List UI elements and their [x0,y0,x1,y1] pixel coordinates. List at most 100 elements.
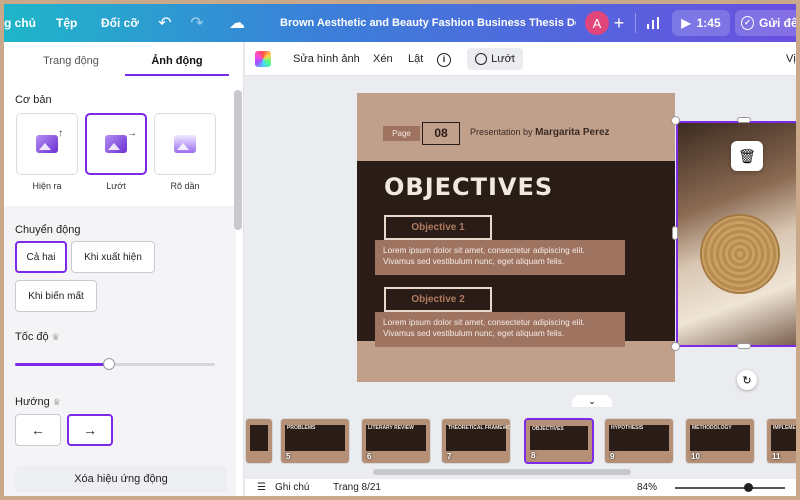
redo-icon[interactable]: ↷ [186,4,208,42]
zoom-slider-thumb[interactable] [744,483,753,492]
slide-thumbnail[interactable]: HYPOTHESIS 9 [604,418,674,464]
thumbnail-title: LITERARY REVIEW [368,425,414,431]
motion-enter-button[interactable]: Khi xuất hiện [71,241,155,273]
tab-page-animation[interactable]: Trang động [19,42,123,76]
image-icon [36,135,58,153]
play-time: 1:45 [696,16,721,30]
anim-label: Hiện ra [32,181,62,191]
anim-label: Lướt [106,181,126,191]
thumbnail-number: 11 [772,452,781,461]
slide-thumbnail[interactable] [245,418,273,464]
crown-icon: ♛ [51,332,60,342]
more-tools[interactable]: Vị [786,42,796,76]
objective-2-label: Objective 2 [384,287,492,312]
app-window: g chủ Tệp Đổi cỡ ↶ ↷ ☁ Brown Aesthetic a… [4,4,796,496]
rotate-icon[interactable]: ↻ [737,370,757,390]
basic-section-title: Cơ bản [15,94,52,106]
direction-right-button[interactable]: → [67,414,113,446]
context-toolbar: Sửa hình ảnh Xén Lật i Lướt Vị [245,42,796,76]
motion-both-button[interactable]: Cả hai [15,241,67,273]
thumbnail-number: 8 [531,451,536,460]
speed-slider-thumb[interactable] [103,358,115,370]
status-bar: ☰ Ghi chú Trang 8/21 84% [245,479,796,496]
resize-handle[interactable] [671,342,680,351]
anim-fade-card[interactable] [154,113,216,175]
send-button[interactable]: ✓ Gửi đến [735,10,796,36]
page-indicator[interactable]: Trang 8/21 [333,479,381,496]
page-tag: Page [383,126,420,141]
crop-button[interactable]: Xén [373,42,393,76]
slide-thumbnail[interactable]: METHODOLOGY 10 [685,418,755,464]
speed-title: Tốc độ [15,331,49,343]
objective-2-text: Lorem ipsum dolor sit amet, consectetur … [375,312,625,347]
document-title[interactable]: Brown Aesthetic and Beauty Fashion Busin… [280,4,576,42]
presented-by-label: Presentation by [470,127,533,137]
resize-handle[interactable] [671,116,680,125]
slide-thumbnail[interactable]: PROBLEMS 5 [280,418,350,464]
edit-image-button[interactable]: Sửa hình ảnh [293,42,360,76]
slide-title: OBJECTIVES [384,173,554,201]
menu-resize[interactable]: Đổi cỡ [101,4,139,42]
thumbnail-number: 7 [447,452,452,461]
arrow-left-icon: ← [31,422,45,438]
objective-1-text: Lorem ipsum dolor sit amet, consectetur … [375,240,625,275]
animate-button[interactable]: Lướt [467,48,523,70]
chevron-down-icon[interactable]: ⌄ [572,395,612,407]
resize-handle[interactable] [737,117,751,123]
animate-label: Lướt [491,53,515,65]
anim-slide-card[interactable]: → [85,113,147,175]
slide-thumbnail[interactable]: IMPLEMENT 11 [766,418,796,464]
top-bar: g chủ Tệp Đổi cỡ ↶ ↷ ☁ Brown Aesthetic a… [4,4,796,42]
menu-home[interactable]: g chủ [4,4,36,42]
panel-scrollbar[interactable] [234,90,242,230]
slide-canvas[interactable]: Page 08 Presentation by Margarita Perez … [357,93,675,382]
speed-section-title: Tốc độ ♛ [15,331,60,343]
zoom-slider[interactable] [675,487,785,489]
slide-thumbnail[interactable]: THEORETICAL FRAMEWORK 7 [441,418,511,464]
resize-handle[interactable] [672,226,678,240]
menu-file[interactable]: Tệp [56,4,77,42]
image-icon [105,135,127,153]
motion-exit-button[interactable]: Khi biến mất [15,280,97,312]
speed-slider[interactable] [15,358,215,370]
presenter-name: Margarita Perez [535,127,610,138]
notes-icon[interactable]: ☰ [257,479,266,496]
analytics-icon[interactable] [641,4,665,42]
thumbnail-number: 6 [367,452,372,461]
remove-animation-button[interactable]: Xóa hiệu ứng động [15,466,227,492]
divider [635,13,636,33]
zoom-level[interactable]: 84% [637,479,657,496]
arrow-right-icon: → [127,128,137,139]
motion-section-title: Chuyển động [15,224,81,236]
filmstrip-scrollbar[interactable] [373,469,631,475]
info-icon[interactable]: i [437,42,451,76]
flip-button[interactable]: Lật [408,42,423,76]
slide-thumbnail[interactable]: LITERARY REVIEW 6 [361,418,431,464]
undo-icon[interactable]: ↶ [154,4,176,42]
panel-tabs: Trang động Ảnh động [4,42,236,76]
avatar[interactable]: A [585,11,609,35]
image-icon [174,135,196,153]
present-button[interactable]: ▶ 1:45 [672,10,730,36]
page-number: 08 [422,122,460,145]
add-collaborator-icon[interactable]: + [610,4,628,42]
notes-button[interactable]: Ghi chú [275,479,309,496]
thumbnail-title: HYPOTHESIS [611,425,644,431]
thumbnail-title: OBJECTIVES [532,426,564,432]
tab-element-animation[interactable]: Ảnh động [125,42,229,76]
thumbnail-band [250,425,268,451]
direction-left-button[interactable]: ← [15,414,61,446]
anim-label: Rõ dần [170,181,200,191]
arrow-right-icon: → [83,422,97,438]
resize-handle[interactable] [737,343,751,349]
trash-icon[interactable]: 🗑 [731,141,763,171]
thumbnail-title: THEORETICAL FRAMEWORK [448,425,511,431]
cloud-save-icon[interactable]: ☁ [226,4,248,42]
play-icon: ▶ [681,16,691,30]
speed-slider-fill [15,363,109,366]
anim-rise-card[interactable]: ↑ [16,113,78,175]
thumbnail-title: METHODOLOGY [692,425,732,431]
color-picker-icon[interactable] [255,51,271,67]
slide-thumbnail[interactable]: OBJECTIVES 8 [524,418,594,464]
thumbnail-number: 10 [691,452,700,461]
